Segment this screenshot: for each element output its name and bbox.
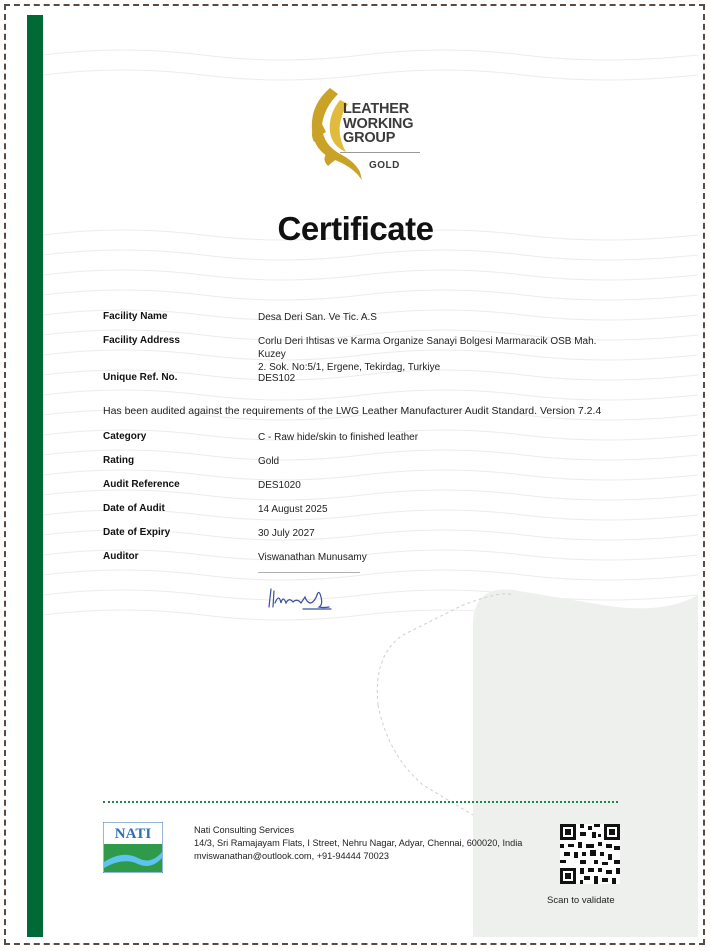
category-value: C - Raw hide/skin to finished leather [258,432,419,443]
nati-logo: NATI [103,822,163,873]
rating-label: Rating [103,455,135,466]
facility-name-label: Facility Name [103,311,168,322]
unique-ref-label: Unique Ref. No. [103,372,178,383]
category-label: Category [103,431,147,442]
facility-name-value: Desa Deri San. Ve Tic. A.S [258,312,377,323]
nati-logo-text: NATI [115,826,152,842]
green-side-bar [27,15,43,937]
audit-statement: Has been audited against the requirement… [103,405,602,417]
address-line-1: Corlu Deri Ihtisas ve Karma Organize San… [258,336,597,360]
signature-line [258,572,360,573]
lwg-line-1: LEATHER [343,101,409,117]
audit-reference-label: Audit Reference [103,479,180,490]
date-of-audit-value: 14 August 2025 [258,504,328,515]
lwg-wordmark: LEATHER WORKING GROUP [343,102,413,146]
audit-reference-value: DES1020 [258,480,301,491]
scan-to-validate-label: Scan to validate [547,895,615,906]
issuer-details: Nati Consulting Services 14/3, Sri Ramaj… [194,824,522,863]
date-of-audit-label: Date of Audit [103,503,165,514]
footer-divider [103,801,618,803]
logo-divider [340,152,420,153]
date-of-expiry-label: Date of Expiry [103,527,171,538]
date-of-expiry-value: 30 July 2027 [258,528,315,539]
facility-address-label: Facility Address [103,335,180,346]
issuer-contact: mviswanathan@outlook.com, +91-94444 7002… [194,851,389,861]
lwg-line-3: GROUP [343,130,396,146]
rating-value: Gold [258,456,280,467]
unique-ref-value: DES102 [258,373,296,384]
qr-code-icon[interactable] [560,824,620,884]
auditor-label: Auditor [103,551,139,562]
auditor-signature [268,588,332,610]
lwg-line-2: WORKING [343,115,414,132]
facility-address-value: Corlu Deri Ihtisas ve Karma Organize San… [258,335,623,374]
issuer-address: 14/3, Sri Ramajayam Flats, I Street, Neh… [194,838,523,848]
auditor-value: Viswanathan Munusamy [258,552,367,563]
issuer-name: Nati Consulting Services [194,825,295,835]
page-title: Certificate [277,210,434,247]
lwg-tier: GOLD [369,160,400,171]
